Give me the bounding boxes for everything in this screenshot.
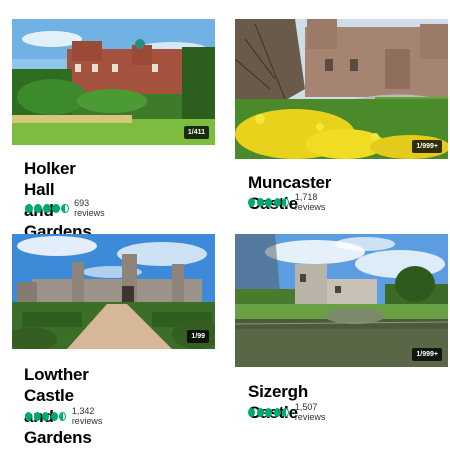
lowther-castle-photo-icon — [12, 234, 215, 349]
rating-bubble-half — [282, 197, 290, 207]
rating-row: 1,342 reviews — [25, 406, 112, 426]
rating-bubble-full — [265, 197, 273, 207]
rating-bubble-full — [50, 411, 58, 421]
rating-bubble-half — [61, 203, 69, 213]
attraction-photo[interactable]: 1/99 — [12, 234, 215, 349]
photo-count-badge: 1/999+ — [412, 140, 442, 153]
rating-bubble-full — [25, 203, 33, 213]
rating-bubble-full — [43, 203, 51, 213]
photo-count-badge: 1/99 — [187, 330, 209, 343]
rating-bubble-full — [248, 197, 256, 207]
photo-count-badge: 1/411 — [183, 126, 209, 139]
rating-bubble-full — [33, 411, 41, 421]
rating-row: 693 reviews — [25, 198, 112, 218]
rating-bubble-full — [25, 411, 33, 421]
attraction-photo[interactable]: 1/411 — [12, 19, 215, 145]
review-count[interactable]: 1,718 reviews — [295, 192, 335, 212]
rating-bubble-full — [265, 407, 273, 417]
rating-row: 1,718 reviews — [248, 192, 335, 212]
rating-bubble-full — [42, 411, 50, 421]
review-count[interactable]: 1,342 reviews — [72, 406, 112, 426]
rating-bubble-full — [256, 407, 264, 417]
attraction-photo[interactable]: 1/999+ — [235, 234, 448, 367]
review-count[interactable]: 1,507 reviews — [295, 402, 335, 422]
rating-row: 1,507 reviews — [248, 402, 335, 422]
attraction-title-line1: Lowther Castle — [24, 365, 89, 405]
rating-bubble-half — [282, 407, 290, 417]
muncaster-castle-photo-icon — [235, 19, 448, 159]
rating-bubble-full — [273, 407, 281, 417]
rating-bubble-full — [34, 203, 42, 213]
rating-bubble-full — [273, 197, 281, 207]
rating-bubble-full — [248, 407, 256, 417]
attraction-title-line1: Holker Hall — [24, 159, 76, 199]
rating-bubble-half — [59, 411, 67, 421]
attraction-photo[interactable]: 1/999+ — [235, 19, 448, 159]
rating-bubble-full — [52, 203, 60, 213]
review-count[interactable]: 693 reviews — [74, 198, 112, 218]
photo-count-badge: 1/999+ — [412, 348, 442, 361]
rating-bubble-full — [256, 197, 264, 207]
